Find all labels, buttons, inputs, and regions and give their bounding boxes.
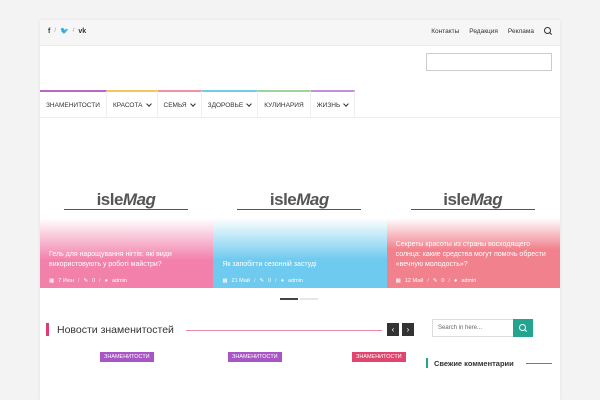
featured-slider: isleMag Гель для нарощування нігтів: які… (40, 118, 560, 288)
slider-pagination (280, 298, 318, 300)
nav-label: ЖИЗНЬ (316, 101, 341, 109)
slide-meta: ▦ 21 Май / ✎ 0/ ● admin (222, 278, 303, 284)
section-accent (426, 358, 428, 368)
nav-item-life[interactable]: ЖИЗНЬ (310, 90, 356, 118)
user-icon: ● (280, 278, 285, 284)
slide-author[interactable]: admin (461, 278, 476, 284)
nav-label: СЕМЬЯ (163, 101, 187, 109)
user-icon: ● (454, 278, 458, 284)
nav-label: КУЛИНАРИЯ (264, 101, 304, 109)
site-logo: isleMag (410, 190, 535, 212)
slide-comments: 0 (92, 278, 96, 284)
user-icon: ● (104, 278, 108, 284)
recent-comments-header: Свежие комментарии (426, 358, 552, 370)
comment-icon: ✎ (259, 278, 265, 284)
page: f / 🐦 / vk Контакты Редакция Реклама ЗНА… (40, 20, 560, 400)
vk-icon[interactable]: vk (78, 28, 86, 35)
slide-comments: 0 (268, 278, 272, 284)
category-badge[interactable]: ЗНАМЕНИТОСТИ (228, 352, 282, 362)
top-link-contacts[interactable]: Контакты (431, 28, 459, 35)
prev-button[interactable]: ‹ (387, 323, 399, 336)
top-link-advertising[interactable]: Реклама (508, 28, 534, 35)
site-logo: isleMag (237, 190, 362, 212)
slide-meta: ▦ 12 Май / ✎ 0/ ● admin (395, 278, 477, 284)
slide[interactable]: isleMag Секреты красоты из страны восход… (386, 118, 560, 288)
social-links: f / 🐦 / vk (48, 27, 86, 36)
section-divider (186, 330, 382, 331)
chevron-down-icon (343, 101, 350, 107)
comment-icon: ✎ (83, 278, 89, 284)
slide-title[interactable]: Секреты красоты из страны восходящего со… (396, 240, 551, 270)
slide-author[interactable]: admin (112, 278, 127, 284)
slide-comments: 0 (441, 278, 445, 284)
nav-item-cooking[interactable]: КУЛИНАРИЯ (258, 90, 311, 118)
section-divider (526, 363, 552, 364)
nav-label: ЗНАМЕНИТОСТИ (46, 101, 100, 109)
calendar-icon: ▦ (222, 278, 228, 284)
nav-item-celebrities[interactable]: ЗНАМЕНИТОСТИ (40, 90, 107, 118)
category-badge[interactable]: ЗНАМЕНИТОСТИ (352, 352, 406, 362)
header-banner-box (426, 53, 552, 71)
separator: / (72, 28, 75, 34)
twitter-icon[interactable]: 🐦 (60, 27, 69, 35)
site-logo: isleMag (64, 190, 188, 212)
calendar-icon: ▦ (395, 278, 401, 284)
news-section-header: Новости знаменитостей ‹ › (46, 323, 414, 337)
slide-title[interactable]: Гель для нарощування нігтів: які види ви… (49, 250, 204, 270)
nav-label: ЗДОРОВЬЕ (207, 101, 244, 109)
main-nav: ЗНАМЕНИТОСТИ КРАСОТА СЕМЬЯ ЗДОРОВЬЕ КУЛИ… (40, 90, 560, 118)
top-links: Контакты Редакция Реклама (431, 27, 552, 35)
search-icon[interactable] (544, 27, 552, 35)
nav-item-beauty[interactable]: КРАСОТА (106, 90, 158, 118)
chevron-down-icon (246, 101, 253, 107)
separator: / (54, 28, 57, 34)
comment-icon: ✎ (432, 278, 438, 284)
section-title: Новости знаменитостей (57, 324, 174, 336)
slide-date: 7 Июн (58, 278, 74, 284)
chevron-down-icon (145, 101, 152, 107)
slide-title[interactable]: Як запобігти сезонній застуді (222, 260, 377, 270)
widget-title: Свежие комментарии (434, 359, 514, 368)
nav-item-health[interactable]: ЗДОРОВЬЕ (201, 90, 259, 118)
nav-item-family[interactable]: СЕМЬЯ (157, 90, 202, 118)
section-accent (46, 323, 49, 336)
news-tags: ЗНАМЕНИТОСТИ ЗНАМЕНИТОСТИ ЗНАМЕНИТОСТИ (40, 352, 420, 364)
slider-dot[interactable] (280, 298, 298, 300)
sidebar-search-button[interactable] (513, 319, 533, 337)
nav-label: КРАСОТА (112, 101, 143, 109)
slide[interactable]: isleMag Як запобігти сезонній застуді ▦ 2… (213, 118, 387, 288)
slide-date: 12 Май (404, 278, 424, 284)
top-link-editorial[interactable]: Редакция (469, 28, 498, 35)
chevron-down-icon (189, 101, 196, 107)
slide-meta: ▦ 7 Июн / ✎ 0/ ● admin (49, 278, 127, 284)
search-icon (519, 324, 527, 332)
category-badge[interactable]: ЗНАМЕНИТОСТИ (100, 352, 154, 362)
slider-dot[interactable] (300, 298, 318, 300)
top-bar: f / 🐦 / vk Контакты Редакция Реклама (40, 20, 560, 46)
calendar-icon: ▦ (49, 278, 55, 284)
slide-date: 21 Май (231, 278, 250, 284)
next-button[interactable]: › (402, 323, 414, 336)
facebook-icon[interactable]: f (48, 28, 50, 35)
slide[interactable]: isleMag Гель для нарощування нігтів: які… (40, 118, 214, 288)
slide-author[interactable]: admin (288, 278, 303, 284)
